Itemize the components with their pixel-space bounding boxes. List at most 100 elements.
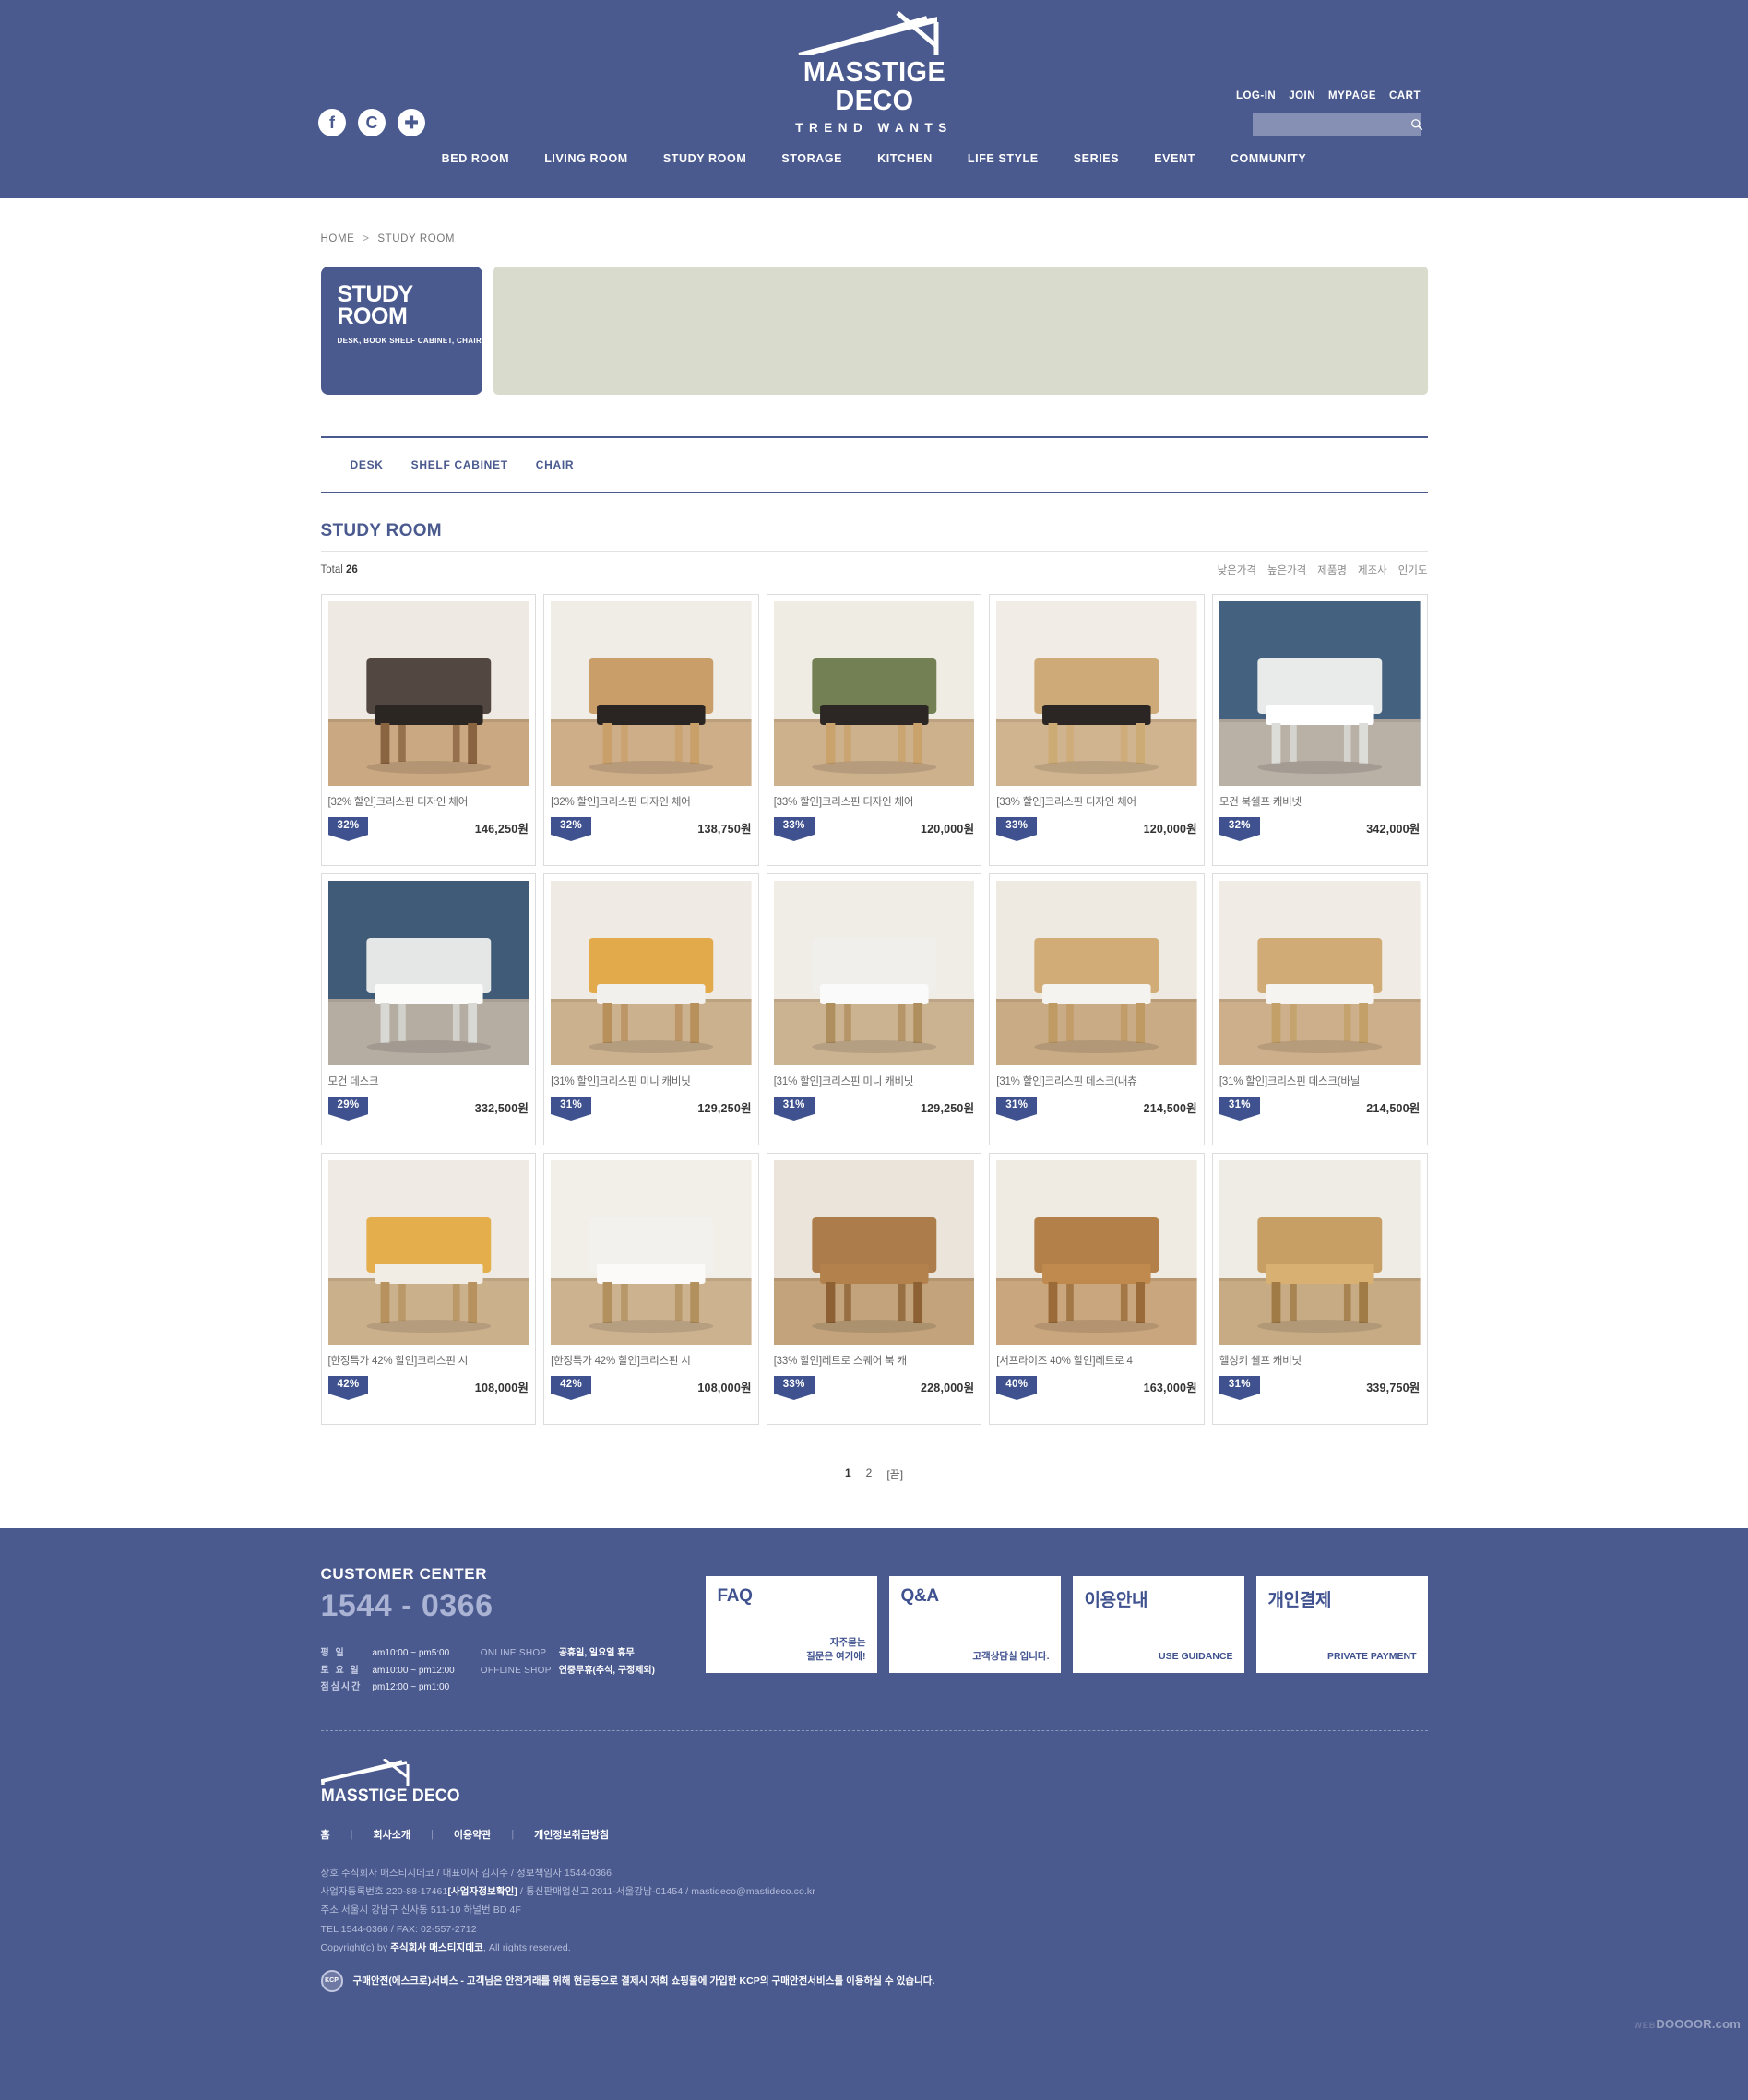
product-name[interactable]: [31% 할인]크리스핀 데스크(내츄 <box>996 1074 1197 1088</box>
product-name[interactable]: [한정특가 42% 할인]크리스핀 시 <box>328 1353 529 1368</box>
subnav-item-chair[interactable]: CHAIR <box>536 458 575 471</box>
nav-living-room[interactable]: LIVING ROOM <box>544 152 628 165</box>
product-name[interactable]: 모건 데스크 <box>328 1074 529 1088</box>
product-image[interactable] <box>1219 1160 1421 1345</box>
product-image[interactable] <box>773 1160 975 1345</box>
biz-info-check-link[interactable]: [사업자정보확인] <box>447 1886 517 1897</box>
footer-link-home[interactable]: 홈 <box>321 1827 330 1842</box>
footer-link-privacy[interactable]: 개인정보취급방침 <box>534 1827 609 1842</box>
sort-price-high[interactable]: 높은가격 <box>1267 563 1306 577</box>
product-image[interactable] <box>996 601 1197 786</box>
product-card[interactable]: [31% 할인]크리스핀 데스크(바닐 31% 214,500원 <box>1211 873 1428 1145</box>
subnav-item-desk[interactable]: DESK <box>351 458 384 471</box>
product-name[interactable]: [31% 할인]크리스핀 미니 캐비닛 <box>774 1074 975 1088</box>
nav-storage[interactable]: STORAGE <box>781 152 842 165</box>
join-link[interactable]: JOIN <box>1289 90 1315 101</box>
product-image[interactable] <box>551 1160 752 1345</box>
product-name[interactable]: 헬싱키 쉘프 캐비닛 <box>1219 1353 1421 1368</box>
category-banner-image <box>493 267 1428 395</box>
product-card[interactable]: 헬싱키 쉘프 캐비닛 31% 339,750원 <box>1211 1153 1428 1425</box>
cart-link[interactable]: CART <box>1389 90 1421 101</box>
product-image[interactable] <box>551 881 752 1065</box>
nav-kitchen[interactable]: KITCHEN <box>877 152 933 165</box>
product-name[interactable]: [33% 할인]크리스핀 디자인 체어 <box>996 794 1197 809</box>
plus-icon[interactable]: ✚ <box>398 109 425 136</box>
hours-weekday-row: 평 일 am10:00 ~ pm5:00 <box>321 1645 455 1663</box>
product-name[interactable]: [31% 할인]크리스핀 데스크(바닐 <box>1219 1074 1421 1088</box>
category-badge-line2: ROOM <box>337 303 408 330</box>
total-word: Total <box>320 564 343 575</box>
product-card[interactable]: [33% 할인]크리스핀 디자인 체어 33% 120,000원 <box>989 594 1205 866</box>
sort-product-name[interactable]: 제품명 <box>1317 563 1347 577</box>
nav-series[interactable]: SERIES <box>1074 152 1119 165</box>
product-image[interactable] <box>1219 601 1421 786</box>
nav-life-style[interactable]: LIFE STYLE <box>968 152 1039 165</box>
product-card[interactable]: [서프라이즈 40% 할인]레트로 4 40% 163,000원 <box>989 1153 1205 1425</box>
private-payment-box[interactable]: 개인결제 PRIVATE PAYMENT <box>1255 1576 1428 1673</box>
sort-popularity[interactable]: 인기도 <box>1398 563 1428 577</box>
product-name[interactable]: [32% 할인]크리스핀 디자인 체어 <box>328 794 529 809</box>
product-image[interactable] <box>1219 881 1421 1065</box>
copyright-prefix: Copyright(c) by <box>320 1942 391 1954</box>
product-image[interactable] <box>773 601 975 786</box>
page-1[interactable]: 1 <box>845 1466 851 1482</box>
product-name[interactable]: [33% 할인]크리스핀 디자인 체어 <box>774 794 975 809</box>
cyworld-icon[interactable]: C <box>358 109 386 136</box>
product-image[interactable] <box>327 1160 529 1345</box>
product-name[interactable]: [33% 할인]레트로 스퀘어 북 캐 <box>774 1353 975 1368</box>
product-price: 129,250원 <box>921 1102 975 1115</box>
product-name[interactable]: [31% 할인]크리스핀 미니 캐비닛 <box>551 1074 752 1088</box>
page-2[interactable]: 2 <box>866 1466 873 1482</box>
product-image[interactable] <box>996 881 1197 1065</box>
site-logo[interactable]: MASSTIGE DECO TREND WANTS <box>768 11 981 135</box>
search-button[interactable] <box>1410 113 1423 136</box>
product-price: 339,750원 <box>1366 1382 1421 1394</box>
search-bar[interactable] <box>1253 113 1423 136</box>
product-card[interactable]: [한정특가 42% 할인]크리스핀 시 42% 108,000원 <box>543 1153 759 1425</box>
product-card[interactable]: [32% 할인]크리스핀 디자인 체어 32% 146,250원 <box>320 594 537 866</box>
product-card[interactable]: [33% 할인]레트로 스퀘어 북 캐 33% 228,000원 <box>766 1153 982 1425</box>
faq-box[interactable]: FAQ 자주묻는 질문은 여기에! <box>705 1576 877 1673</box>
nav-bed-room[interactable]: BED ROOM <box>442 152 510 165</box>
sort-manufacturer[interactable]: 제조사 <box>1358 563 1387 577</box>
product-card[interactable]: 모건 북쉘프 캐비넷 32% 342,000원 <box>1211 594 1428 866</box>
product-card[interactable]: 모건 데스크 29% 332,500원 <box>320 873 537 1145</box>
mypage-link[interactable]: MYPAGE <box>1328 90 1376 101</box>
nav-community[interactable]: COMMUNITY <box>1231 152 1306 165</box>
product-image[interactable] <box>551 601 752 786</box>
page-last[interactable]: [끝] <box>886 1466 903 1482</box>
facebook-icon[interactable]: f <box>318 109 346 136</box>
login-link[interactable]: LOG-IN <box>1236 90 1276 101</box>
qna-box[interactable]: Q&A 고객상담실 입니다. <box>888 1576 1061 1673</box>
product-image[interactable] <box>773 881 975 1065</box>
product-card[interactable]: [31% 할인]크리스핀 미니 캐비닛 31% 129,250원 <box>766 873 982 1145</box>
nav-study-room[interactable]: STUDY ROOM <box>663 152 747 165</box>
utility-nav: LOG-IN JOIN MYPAGE CART <box>1236 90 1421 101</box>
product-card[interactable]: [한정특가 42% 할인]크리스핀 시 42% 108,000원 <box>320 1153 537 1425</box>
hours-lunch-label: 점심시간 <box>320 1682 363 1692</box>
main-navigation: BED ROOM LIVING ROOM STUDY ROOM STORAGE … <box>0 152 1748 165</box>
product-name[interactable]: [한정특가 42% 할인]크리스핀 시 <box>551 1353 752 1368</box>
site-header: f C ✚ MASSTIGE DECO TREND WANTS LOG-IN J… <box>0 0 1748 198</box>
footer-link-about[interactable]: 회사소개 <box>373 1827 410 1842</box>
nav-event[interactable]: EVENT <box>1154 152 1195 165</box>
product-image[interactable] <box>327 601 529 786</box>
product-card[interactable]: [31% 할인]크리스핀 데스크(내츄 31% 214,500원 <box>989 873 1205 1145</box>
product-image[interactable] <box>327 881 529 1065</box>
footer-link-terms[interactable]: 이용약관 <box>454 1827 491 1842</box>
product-price: 108,000원 <box>474 1382 529 1394</box>
subnav-item-shelf-cabinet[interactable]: SHELF CABINET <box>411 458 508 471</box>
product-card[interactable]: [32% 할인]크리스핀 디자인 체어 32% 138,750원 <box>543 594 759 866</box>
discount-badge: 33% <box>996 817 1038 835</box>
sort-price-low[interactable]: 낮은가격 <box>1218 563 1256 577</box>
product-card[interactable]: [33% 할인]크리스핀 디자인 체어 33% 120,000원 <box>766 594 982 866</box>
product-name[interactable]: [서프라이즈 40% 할인]레트로 4 <box>996 1353 1197 1368</box>
product-image[interactable] <box>996 1160 1197 1345</box>
product-card[interactable]: [31% 할인]크리스핀 미니 캐비닛 31% 129,250원 <box>543 873 759 1145</box>
product-name[interactable]: 모건 북쉘프 캐비넷 <box>1219 794 1421 809</box>
facebook-icon-glyph: f <box>329 113 335 132</box>
use-guidance-box[interactable]: 이용안내 USE GUIDANCE <box>1072 1576 1244 1673</box>
product-name[interactable]: [32% 할인]크리스핀 디자인 체어 <box>551 794 752 809</box>
search-input[interactable] <box>1253 113 1410 136</box>
breadcrumb-home[interactable]: HOME <box>321 233 355 244</box>
